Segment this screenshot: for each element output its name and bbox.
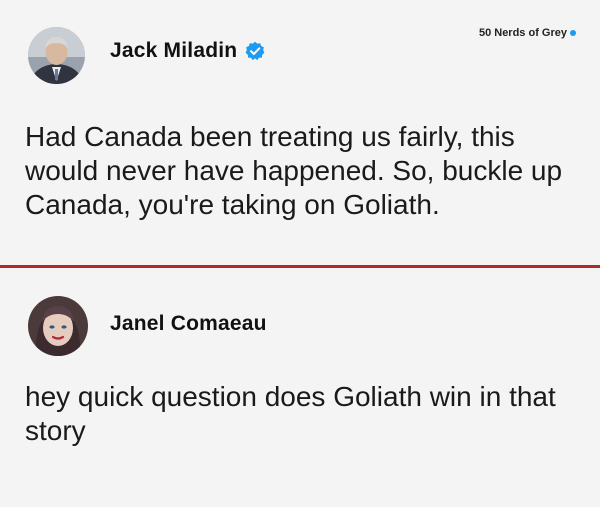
post-jack-miladin: Jack Miladin 50 Nerds of Grey Had Canada…	[0, 0, 600, 266]
author-row: Janel Comaeau	[110, 312, 267, 336]
author-row: Jack Miladin	[110, 39, 265, 63]
author-name[interactable]: Jack Miladin	[110, 39, 237, 63]
avatar-photo-woman	[28, 296, 88, 356]
watermark-dot-icon	[570, 30, 576, 36]
watermark-text: 50 Nerds of Grey	[478, 27, 567, 39]
post-divider	[0, 265, 600, 268]
avatar[interactable]	[28, 296, 88, 356]
post-text: hey quick question does Goliath win in t…	[25, 381, 556, 446]
verified-badge-icon	[245, 41, 265, 61]
author-name[interactable]: Janel Comaeau	[110, 312, 267, 336]
post-text: Had Canada been treating us fairly, this…	[25, 121, 563, 220]
avatar-photo-man	[28, 27, 85, 84]
avatar[interactable]	[28, 27, 85, 84]
watermark: 50 Nerds of Grey	[479, 27, 576, 39]
post-janel-comaeau: Janel Comaeau hey quick question does Go…	[0, 269, 600, 507]
